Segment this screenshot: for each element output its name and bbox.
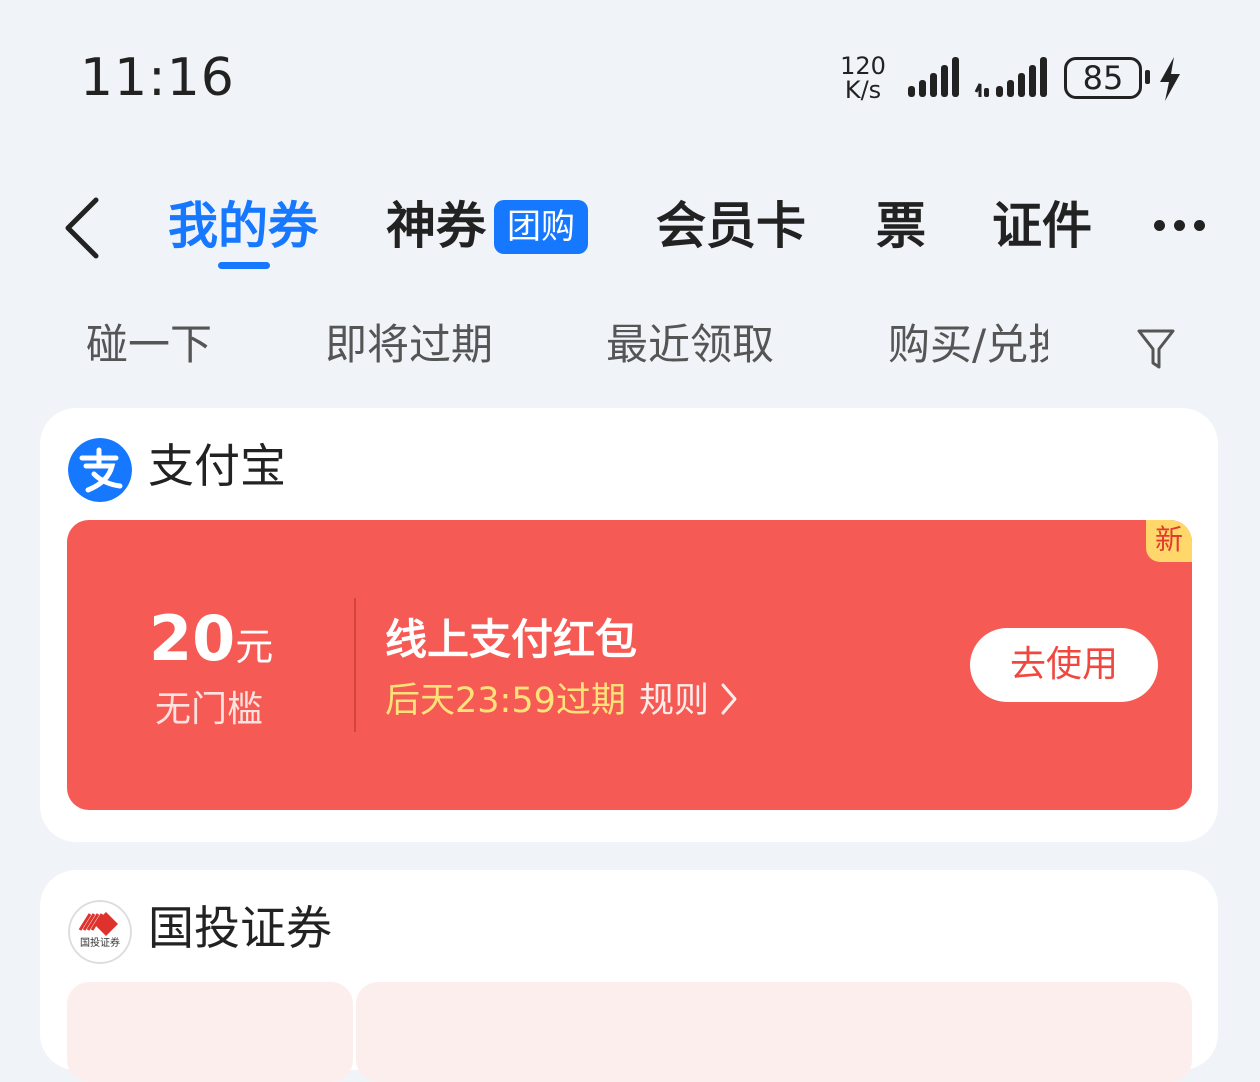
battery-tip [1145,70,1150,84]
brand-name: 支付宝 [148,439,286,493]
more-icon[interactable] [1150,220,1210,236]
coupon-group-alipay: 支付宝 新 20元 无门槛 线上支付红包 后天23:59过期 规则 去使用 [40,408,1218,842]
charging-bolt-icon [1160,57,1180,101]
filter-funnel-icon[interactable] [1136,326,1176,372]
coupon-threshold: 无门槛 [155,689,264,730]
clock: 11:16 [80,48,235,108]
network-speed: 120 K/s [838,54,888,102]
active-tab-indicator [218,262,270,269]
group-buy-badge: 团购 [494,200,588,254]
coupon-item[interactable]: 新 20元 无门槛 线上支付红包 后天23:59过期 规则 去使用 [67,520,1192,810]
tab-documents[interactable]: 证件 [992,196,1092,256]
coupon-amount: 20元 [149,602,273,675]
tab-super-coupons[interactable]: 神券 [386,196,486,256]
back-arrow-icon[interactable] [60,196,108,260]
chevron-right-icon[interactable] [719,682,739,716]
tab-my-coupons[interactable]: 我的券 [168,196,318,256]
filter-bar: 碰一下 即将过期 最近领取 购买/兑换 [0,310,1260,380]
network-speed-value: 120 [840,52,886,80]
signal-icon-sim2 [974,57,1047,97]
network-speed-unit: K/s [844,76,882,104]
filter-recently-received[interactable]: 最近领取 [606,320,774,370]
coupon-item-peek-right[interactable] [356,982,1192,1082]
sdic-logo-text: 国投证券 [80,936,120,949]
top-tabs: 我的券 神券 团购 会员卡 票 证件 [0,180,1260,280]
coupon-amount-value: 20 [149,602,236,675]
coupon-rules-link[interactable]: 规则 [639,672,709,723]
brand-name: 国投证券 [148,901,332,955]
use-coupon-button[interactable]: 去使用 [970,628,1158,702]
filter-expiring-soon[interactable]: 即将过期 [325,320,493,370]
coupon-amount-unit: 元 [235,625,274,669]
coupon-group-sdic-securities: 国投证券 国投证券 [40,870,1218,1082]
alipay-logo-icon [68,438,132,502]
new-tag: 新 [1146,520,1192,562]
tab-tickets[interactable]: 票 [876,196,926,256]
coupon-expiry: 后天23:59过期 [385,681,626,721]
filter-purchased-redeemed[interactable]: 购买/兑换 [888,320,1048,370]
sdic-securities-logo-icon: 国投证券 [68,900,132,964]
tab-membership-cards[interactable]: 会员卡 [656,196,806,256]
status-bar: 11:16 120 K/s 85 [0,0,1260,150]
coupon-item-peek-left[interactable] [67,982,353,1082]
coupon-divider [354,598,356,732]
signal-icon [908,57,959,97]
filter-tap[interactable]: 碰一下 [86,320,212,370]
coupon-title: 线上支付红包 [385,615,638,664]
battery-indicator: 85 [1064,57,1142,99]
